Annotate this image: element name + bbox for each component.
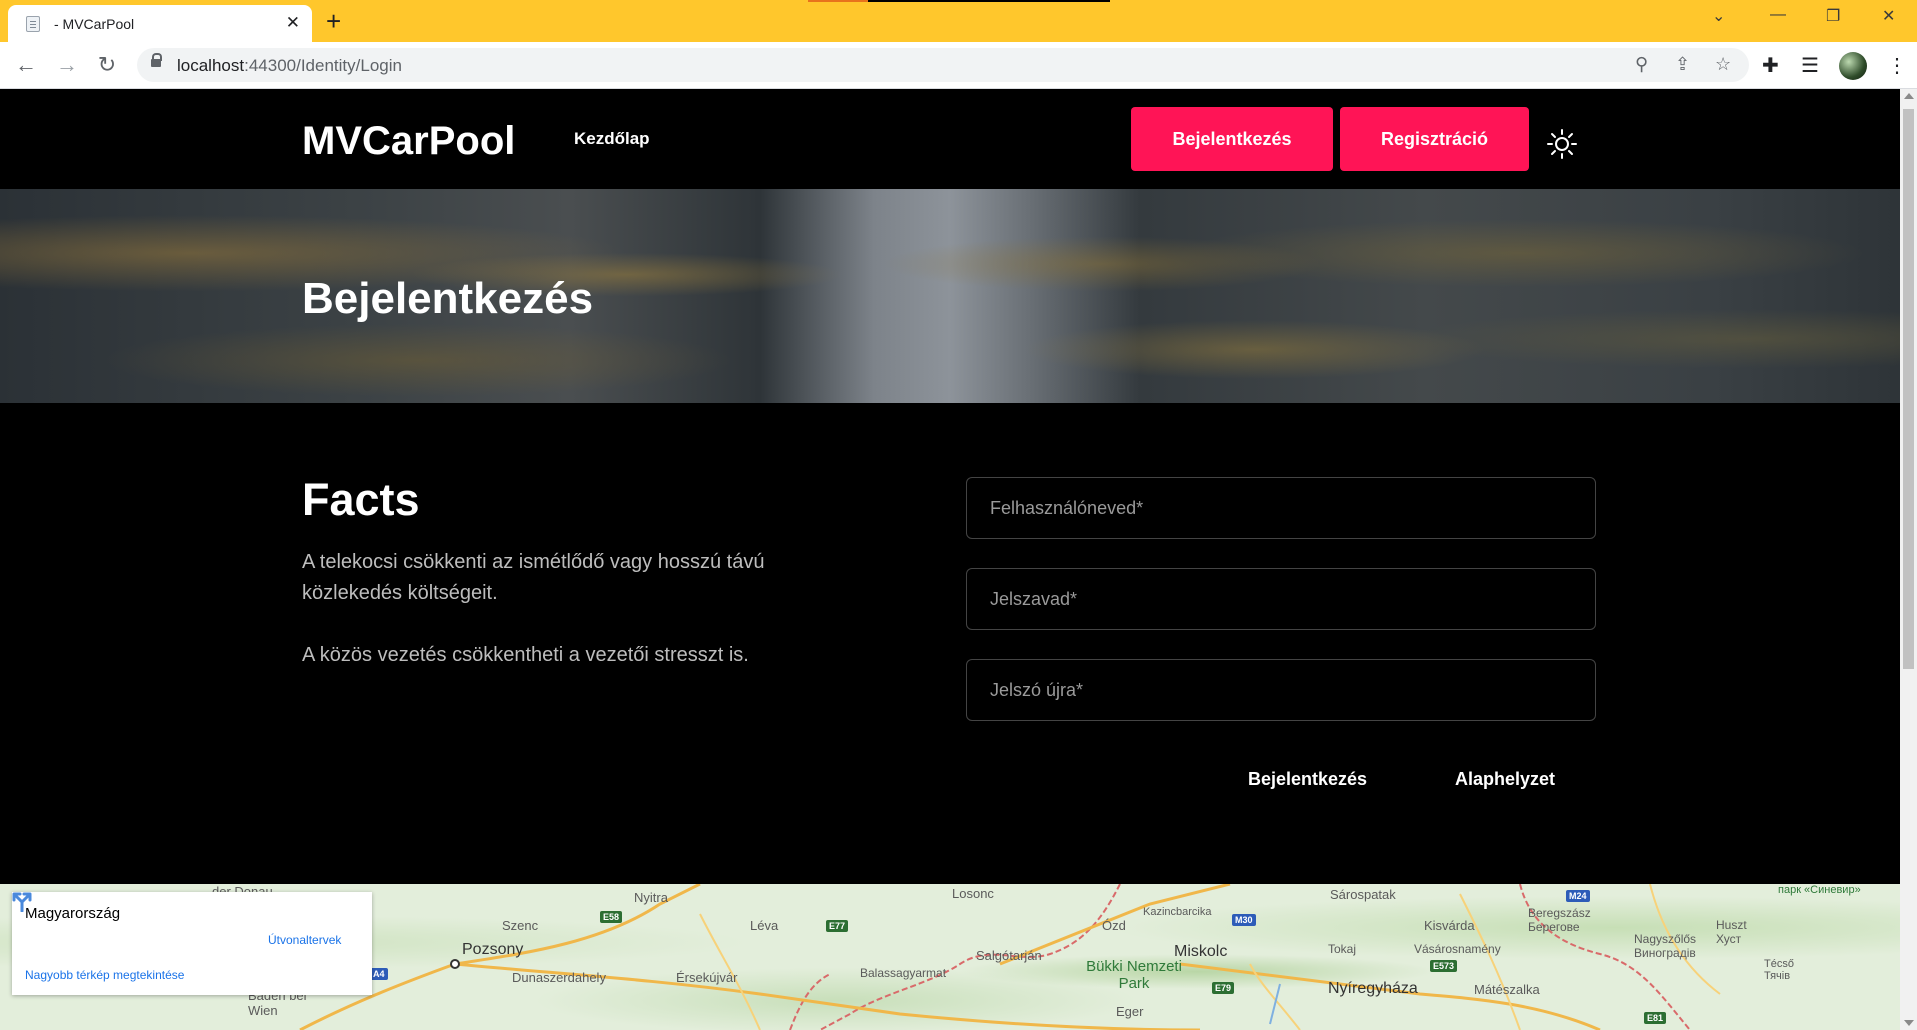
road-shield: M24 — [1566, 890, 1590, 902]
minimize-icon[interactable]: — — [1770, 6, 1786, 24]
address-bar[interactable]: localhost:44300/Identity/Login ⚲ ⇪ ☆ — [137, 48, 1749, 82]
restore-icon[interactable]: ❐ — [1826, 6, 1840, 26]
nav-home-link[interactable]: Kezdőlap — [574, 129, 650, 149]
map-place: Sárospatak — [1330, 887, 1396, 902]
bookmark-star-icon[interactable]: ☆ — [1715, 54, 1731, 75]
tab-search-chevron-icon[interactable]: ⌄ — [1712, 6, 1725, 26]
header-login-button[interactable]: Bejelentkezés — [1131, 107, 1333, 171]
road-shield: E77 — [826, 920, 849, 932]
directions-link[interactable]: Útvonaltervek — [268, 933, 341, 947]
map-place: Tokaj — [1328, 942, 1357, 956]
theme-toggle-sun-icon[interactable] — [1547, 129, 1577, 159]
map-place: Beregszász Берегове — [1528, 906, 1591, 934]
road-shield: E58 — [600, 911, 623, 923]
larger-map-link[interactable]: Nagyobb térkép megtekintése — [25, 968, 184, 982]
reading-list-icon[interactable]: ☰ — [1801, 53, 1819, 78]
zoom-icon[interactable]: ⚲ — [1635, 54, 1648, 75]
browser-tab-strip: - MVCarPool ✕ + ⌄ — ❐ ✕ — [0, 0, 1917, 42]
facts-paragraph-1: A telekocsi csökkenti az ismétlődő vagy … — [302, 551, 765, 604]
page-viewport: MVCarPool Kezdőlap Bejelentkezés Regiszt… — [0, 89, 1900, 1030]
directions-icon[interactable] — [12, 892, 32, 912]
map-place: Vásárosnamény — [1414, 942, 1501, 956]
map-place: парк «Синевир» — [1778, 884, 1861, 896]
scrollbar-thumb[interactable] — [1903, 109, 1914, 669]
page-title: Bejelentkezés — [302, 274, 594, 323]
lock-icon[interactable] — [151, 53, 162, 67]
map-place: Szenc — [502, 918, 539, 933]
map-place: Balassagyarmat — [860, 966, 947, 980]
password-repeat-field[interactable] — [966, 659, 1596, 721]
facts-paragraph-2: A közös vezetés csökkentheti a vezetői s… — [302, 644, 749, 666]
scroll-up-arrow-icon[interactable] — [1904, 93, 1914, 99]
browser-menu-icon[interactable]: ⋮ — [1887, 53, 1907, 78]
profile-avatar[interactable] — [1839, 52, 1867, 80]
username-input[interactable] — [967, 478, 1595, 538]
map-place: Mátészalka — [1474, 982, 1540, 997]
map-place: Losonc — [952, 886, 994, 901]
close-tab-icon[interactable]: ✕ — [286, 13, 300, 33]
site-header: MVCarPool Kezdőlap Bejelentkezés Regiszt… — [0, 89, 1900, 189]
tab-strip-indicator — [808, 0, 868, 2]
map-card-title: Magyarország — [25, 905, 121, 922]
close-window-icon[interactable]: ✕ — [1882, 6, 1895, 26]
site-logo[interactable]: MVCarPool — [302, 119, 515, 164]
scroll-down-arrow-icon[interactable] — [1904, 1020, 1914, 1026]
map-place: Nyitra — [634, 890, 668, 905]
map-place: Kisvárda — [1424, 918, 1475, 933]
road-shield: M30 — [1232, 914, 1256, 926]
reset-button[interactable]: Alaphelyzet — [1455, 769, 1555, 790]
road-shield: A4 — [370, 968, 388, 980]
back-icon[interactable]: ← — [12, 51, 40, 79]
tab-strip-indicator-dark — [868, 0, 1110, 2]
map-place: Nagyszőlős Виноградів — [1634, 932, 1697, 960]
password-repeat-input[interactable] — [967, 660, 1595, 720]
map-info-card: Magyarország Útvonaltervek Nagyobb térké… — [12, 892, 372, 995]
share-icon[interactable]: ⇪ — [1675, 54, 1690, 75]
map-place: Dunaszerdahely — [512, 970, 606, 985]
map-place: Eger — [1116, 1004, 1144, 1019]
page-favicon-icon — [26, 16, 40, 32]
map-place: Técső Тячів — [1764, 958, 1794, 982]
map-place: Pozsony — [462, 941, 524, 958]
map-place: Salgótarján — [976, 948, 1042, 963]
map-place: Ózd — [1102, 918, 1126, 933]
map-embed[interactable]: der Donau Nyitra Losonc Sárospatak Szenc… — [0, 884, 1900, 1030]
map-place: Nyíregyháza — [1328, 980, 1418, 997]
map-place: Kazincbarcika — [1143, 906, 1212, 918]
forward-icon[interactable]: → — [53, 51, 81, 79]
url-text[interactable]: localhost:44300/Identity/Login — [177, 56, 402, 76]
hero-banner: Bejelentkezés — [0, 189, 1900, 403]
extensions-puzzle-icon[interactable]: ✚ — [1762, 53, 1779, 78]
username-field[interactable] — [966, 477, 1596, 539]
map-place: Bükki Nemzeti Park — [1086, 958, 1182, 992]
password-input[interactable] — [967, 569, 1595, 629]
facts-heading: Facts — [302, 474, 420, 525]
reload-icon[interactable]: ↻ — [93, 51, 121, 79]
map-place: Léva — [750, 918, 779, 933]
road-shield: E81 — [1644, 1012, 1667, 1024]
browser-tab[interactable]: - MVCarPool ✕ — [8, 5, 312, 42]
header-register-button[interactable]: Regisztráció — [1340, 107, 1529, 171]
tab-title: - MVCarPool — [54, 16, 135, 32]
page-scrollbar[interactable] — [1900, 89, 1917, 1030]
map-place: Érsekújvár — [676, 970, 738, 985]
submit-login-button[interactable]: Bejelentkezés — [1248, 769, 1367, 790]
browser-toolbar: ← → ↻ localhost:44300/Identity/Login ⚲ ⇪… — [0, 42, 1917, 89]
road-shield: E79 — [1212, 982, 1235, 994]
road-shield: E573 — [1430, 960, 1458, 972]
password-field[interactable] — [966, 568, 1596, 630]
new-tab-icon[interactable]: + — [326, 7, 341, 35]
